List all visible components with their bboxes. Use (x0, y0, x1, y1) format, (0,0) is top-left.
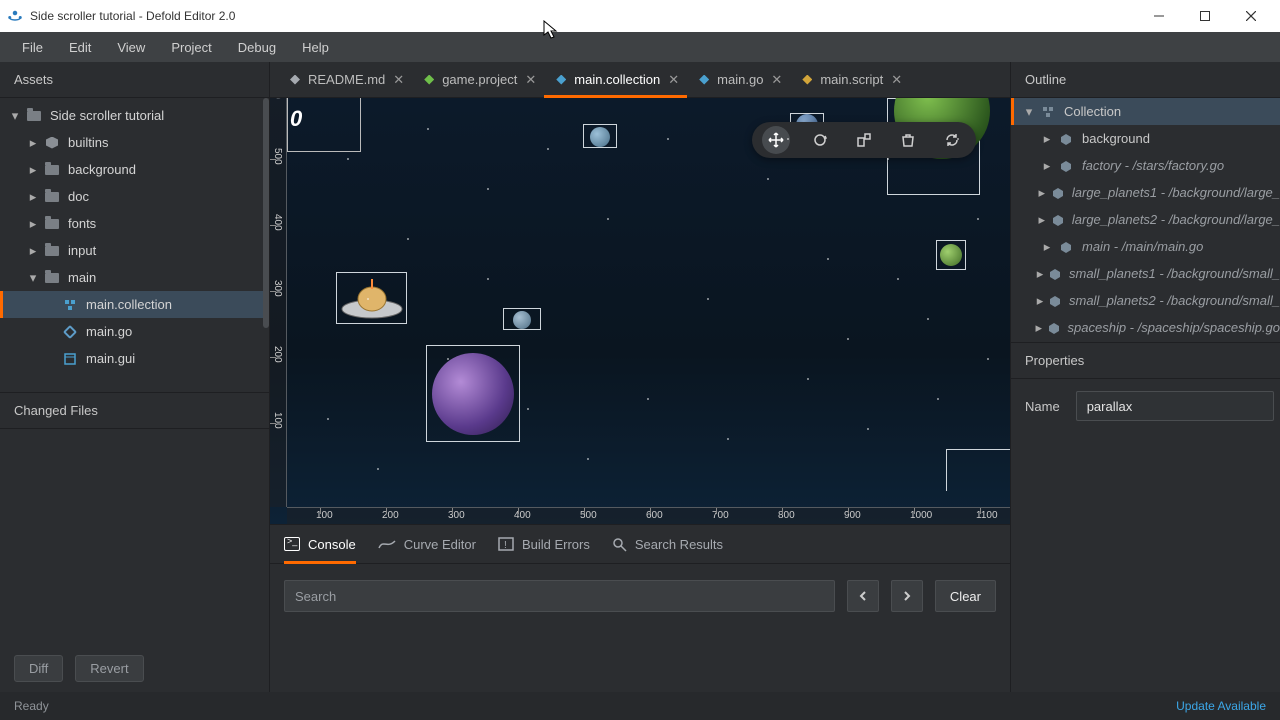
tab-close-icon[interactable]: ✕ (525, 72, 536, 88)
tool-erase-icon[interactable] (894, 126, 922, 154)
tool-scale-icon[interactable] (850, 126, 878, 154)
obj-small-green-planet[interactable] (936, 240, 966, 270)
ruler-vertical: 100200300400500600 (270, 98, 287, 507)
asset-main-gui[interactable]: main.gui (0, 345, 269, 372)
console-next-button[interactable] (891, 580, 923, 612)
status-bar: Ready Update Available (0, 692, 1280, 720)
app-logo-icon (6, 7, 24, 25)
update-available-link[interactable]: Update Available (1176, 699, 1266, 713)
tab-close-icon[interactable]: ✕ (393, 72, 404, 88)
asset-fonts[interactable]: ▸fonts (0, 210, 269, 237)
tab-close-icon[interactable]: ✕ (668, 72, 679, 88)
menu-debug[interactable]: Debug (226, 36, 288, 59)
outline-large-planets2[interactable]: ▸large_planets2 - /background/large_ (1011, 206, 1280, 233)
outline-large-planets1[interactable]: ▸large_planets1 - /background/large_ (1011, 179, 1280, 206)
asset-main-collection[interactable]: main.collection (0, 291, 269, 318)
canvas-toolbar (752, 122, 976, 158)
menu-help[interactable]: Help (290, 36, 341, 59)
scene-canvas[interactable]: 100200300400500600 100200300400500600700… (270, 98, 1010, 524)
tool-rotate-icon[interactable] (806, 126, 834, 154)
minimize-button[interactable] (1136, 0, 1182, 32)
console-prev-button[interactable] (847, 580, 879, 612)
assets-scrollbar[interactable] (263, 98, 269, 328)
prop-name-input[interactable] (1076, 391, 1274, 421)
ruler-horizontal: 10020030040050060070080090010001100 (287, 507, 1010, 524)
outline-collection[interactable]: ▾Collection (1011, 98, 1280, 125)
properties-panel-title: Properties (1011, 343, 1280, 379)
close-window-button[interactable] (1228, 0, 1274, 32)
menu-project[interactable]: Project (159, 36, 223, 59)
tab-game-project[interactable]: game.project✕ (412, 62, 544, 98)
menu-edit[interactable]: Edit (57, 36, 103, 59)
console-clear-button[interactable]: Clear (935, 580, 996, 612)
outline-background[interactable]: ▸background (1011, 125, 1280, 152)
score-text: 0 (290, 106, 302, 132)
prop-name-label: Name (1025, 399, 1060, 414)
diff-button[interactable]: Diff (14, 655, 63, 682)
asset-main-go[interactable]: main.go (0, 318, 269, 345)
outline-factory[interactable]: ▸factory - /stars/factory.go (1011, 152, 1280, 179)
outline-panel-title: Outline (1011, 62, 1280, 98)
bottom-tab-curve-editor[interactable]: Curve Editor (378, 537, 476, 552)
tool-move-icon[interactable] (762, 126, 790, 154)
tool-refresh-icon[interactable] (938, 126, 966, 154)
tab-main-script[interactable]: main.script✕ (790, 62, 910, 98)
tab-close-icon[interactable]: ✕ (771, 72, 782, 88)
console-search-input[interactable]: Search (284, 580, 835, 612)
maximize-button[interactable] (1182, 0, 1228, 32)
tab-main-collection[interactable]: main.collection✕ (544, 62, 687, 98)
asset-doc[interactable]: ▸doc (0, 183, 269, 210)
tab-main-go[interactable]: main.go✕ (687, 62, 790, 98)
tab-close-icon[interactable]: ✕ (891, 72, 902, 88)
menu-bar: File Edit View Project Debug Help (0, 32, 1280, 62)
window-title: Side scroller tutorial - Defold Editor 2… (30, 9, 1136, 23)
changed-files-title: Changed Files (0, 393, 269, 429)
asset-side-scroller-tutorial[interactable]: ▾Side scroller tutorial (0, 102, 269, 129)
outline-spaceship[interactable]: ▸spaceship - /spaceship/spaceship.go (1011, 314, 1280, 341)
svg-text:!: ! (504, 540, 507, 551)
bottom-tab-search-results[interactable]: Search Results (612, 537, 723, 552)
editor-tabs: README.md✕game.project✕main.collection✕m… (270, 62, 1010, 98)
changed-files-list (0, 429, 269, 644)
bottom-tab-build-errors[interactable]: !Build Errors (498, 537, 590, 552)
asset-background[interactable]: ▸background (0, 156, 269, 183)
outline-small-planets2[interactable]: ▸small_planets2 - /background/small_ (1011, 287, 1280, 314)
outline-main[interactable]: ▸main - /main/main.go (1011, 233, 1280, 260)
outline-small-planets1[interactable]: ▸small_planets1 - /background/small_ (1011, 260, 1280, 287)
assets-tree[interactable]: ▾Side scroller tutorial▸builtins▸backgro… (0, 98, 269, 392)
obj-small-planet-1[interactable] (583, 124, 617, 148)
title-bar: Side scroller tutorial - Defold Editor 2… (0, 0, 1280, 32)
revert-button[interactable]: Revert (75, 655, 143, 682)
assets-panel-title: Assets (0, 62, 269, 98)
console-panel: Search Clear (270, 564, 1010, 692)
obj-large-purple-planet[interactable] (426, 345, 520, 442)
menu-file[interactable]: File (10, 36, 55, 59)
status-left: Ready (14, 699, 49, 713)
obj-small-planet-2[interactable] (503, 308, 541, 330)
bottom-tab-console[interactable]: Console (284, 524, 356, 564)
bottom-tabs: Console Curve Editor !Build Errors Search R… (270, 524, 1010, 564)
tab-readme-md[interactable]: README.md✕ (278, 62, 412, 98)
obj-spaceship[interactable] (336, 272, 407, 324)
menu-view[interactable]: View (105, 36, 157, 59)
obj-offscreen-box[interactable] (946, 449, 1010, 491)
asset-builtins[interactable]: ▸builtins (0, 129, 269, 156)
asset-main[interactable]: ▾main (0, 264, 269, 291)
asset-input[interactable]: ▸input (0, 237, 269, 264)
outline-tree[interactable]: ▾Collection▸background▸factory - /stars/… (1011, 98, 1280, 342)
